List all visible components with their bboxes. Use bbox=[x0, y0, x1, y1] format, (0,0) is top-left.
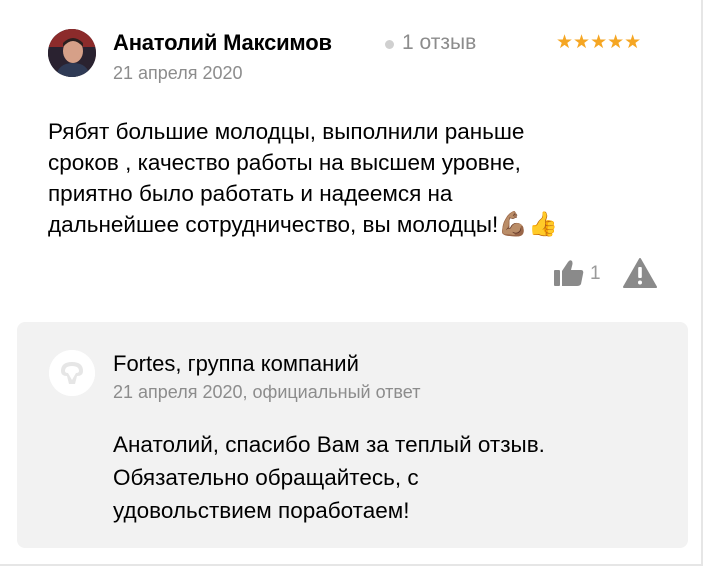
thumbs-up-icon[interactable] bbox=[553, 258, 585, 288]
company-reply: Fortes, группа компаний 21 апреля 2020, … bbox=[17, 322, 688, 548]
company-name[interactable]: Fortes, группа компаний bbox=[113, 351, 359, 377]
report-warning-icon[interactable] bbox=[623, 257, 657, 289]
company-logo-icon[interactable] bbox=[49, 350, 95, 396]
author-name[interactable]: Анатолий Максимов bbox=[113, 30, 332, 56]
separator-dot bbox=[385, 40, 394, 49]
rating-stars: ★★★★★ bbox=[556, 32, 642, 53]
review-card: Анатолий Максимов 1 отзыв ★★★★★ 21 апрел… bbox=[0, 0, 703, 566]
reply-text: Анатолий, спасибо Вам за теплый отзыв. О… bbox=[113, 432, 545, 523]
review-body: Рябят большие молодцы, выполнили раньше … bbox=[48, 119, 525, 237]
reply-meta: 21 апреля 2020, официальный ответ bbox=[113, 382, 421, 402]
author-avatar[interactable] bbox=[48, 29, 96, 77]
author-review-count[interactable]: 1 отзыв bbox=[402, 31, 476, 55]
review-text: Рябят большие молодцы, выполнили раньше … bbox=[48, 116, 688, 240]
emoji: 💪🏽👍 bbox=[498, 211, 559, 238]
review-date: 21 апреля 2020 bbox=[113, 63, 243, 83]
like-count: 1 bbox=[590, 263, 601, 284]
